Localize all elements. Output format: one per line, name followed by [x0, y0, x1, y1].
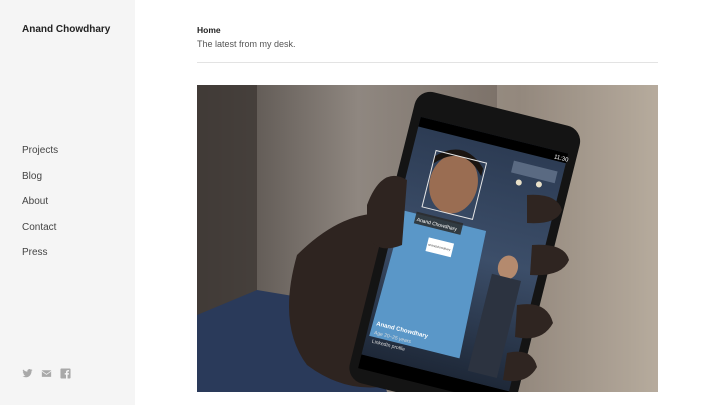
mail-icon[interactable]	[41, 368, 52, 379]
page-title: Home	[197, 25, 221, 35]
facebook-icon[interactable]	[60, 368, 71, 379]
header-divider	[197, 62, 658, 63]
social-links	[22, 368, 71, 379]
page-subtitle: The latest from my desk.	[197, 39, 296, 49]
nav-link-projects[interactable]: Projects	[22, 145, 58, 156]
main-nav: Projects Blog About Contact Press	[22, 140, 58, 268]
nav-item-about: About	[22, 191, 58, 217]
nav-link-press[interactable]: Press	[22, 247, 48, 258]
nav-link-about[interactable]: About	[22, 196, 48, 207]
nav-item-contact: Contact	[22, 217, 58, 243]
hero-photo: 11:30 Anand Chowdhary anandchowdhary Ana…	[197, 85, 658, 392]
nav-link-blog[interactable]: Blog	[22, 171, 42, 182]
nav-item-press: Press	[22, 242, 58, 268]
nav-item-blog: Blog	[22, 166, 58, 192]
nav-link-contact[interactable]: Contact	[22, 222, 56, 233]
nav-item-projects: Projects	[22, 140, 58, 166]
hero-image[interactable]: 11:30 Anand Chowdhary anandchowdhary Ana…	[197, 85, 658, 392]
sidebar: Anand Chowdhary Projects Blog About Cont…	[0, 0, 135, 405]
site-title-link[interactable]: Anand Chowdhary	[22, 24, 110, 35]
twitter-icon[interactable]	[22, 368, 33, 379]
